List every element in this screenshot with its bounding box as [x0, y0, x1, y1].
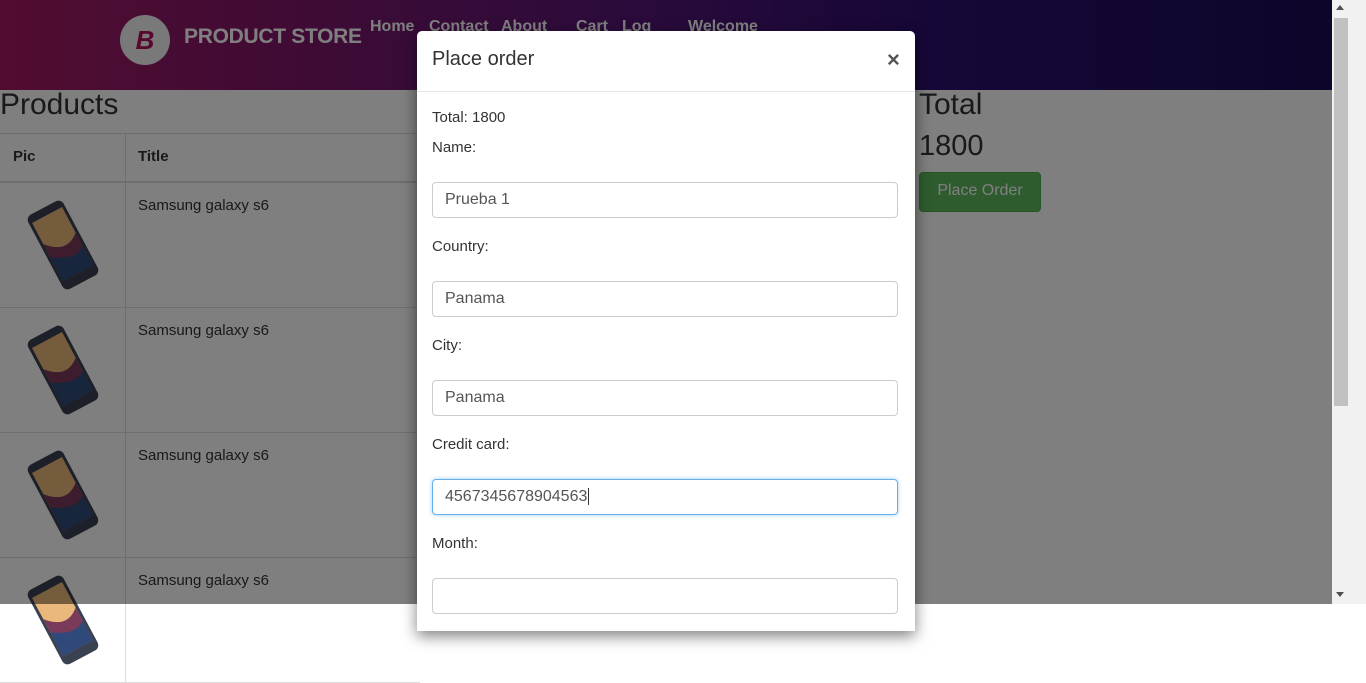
credit-card-input[interactable]: 4567345678904563: [432, 479, 898, 515]
place-order-modal: Place order × Total: 1800 Name: Prueba 1…: [417, 31, 915, 631]
name-label: Name:: [432, 139, 477, 156]
close-icon[interactable]: ×: [887, 47, 900, 73]
scrollbar-thumb[interactable]: [1334, 18, 1348, 406]
month-label: Month:: [432, 535, 478, 552]
country-input[interactable]: Panama: [432, 281, 898, 317]
country-label: Country:: [432, 238, 489, 255]
modal-title: Place order: [432, 48, 535, 70]
city-input[interactable]: Panama: [432, 380, 898, 416]
credit-card-value: 4567345678904563: [445, 488, 588, 505]
credit-card-label: Credit card:: [432, 436, 510, 453]
month-input[interactable]: [432, 578, 898, 614]
text-caret: [588, 488, 590, 506]
scroll-up-icon[interactable]: [1336, 5, 1344, 10]
scroll-down-icon[interactable]: [1336, 592, 1344, 597]
modal-total: Total: 1800: [432, 109, 506, 126]
modal-header: Place order ×: [417, 31, 915, 92]
name-input[interactable]: Prueba 1: [432, 182, 898, 218]
city-label: City:: [432, 337, 462, 354]
